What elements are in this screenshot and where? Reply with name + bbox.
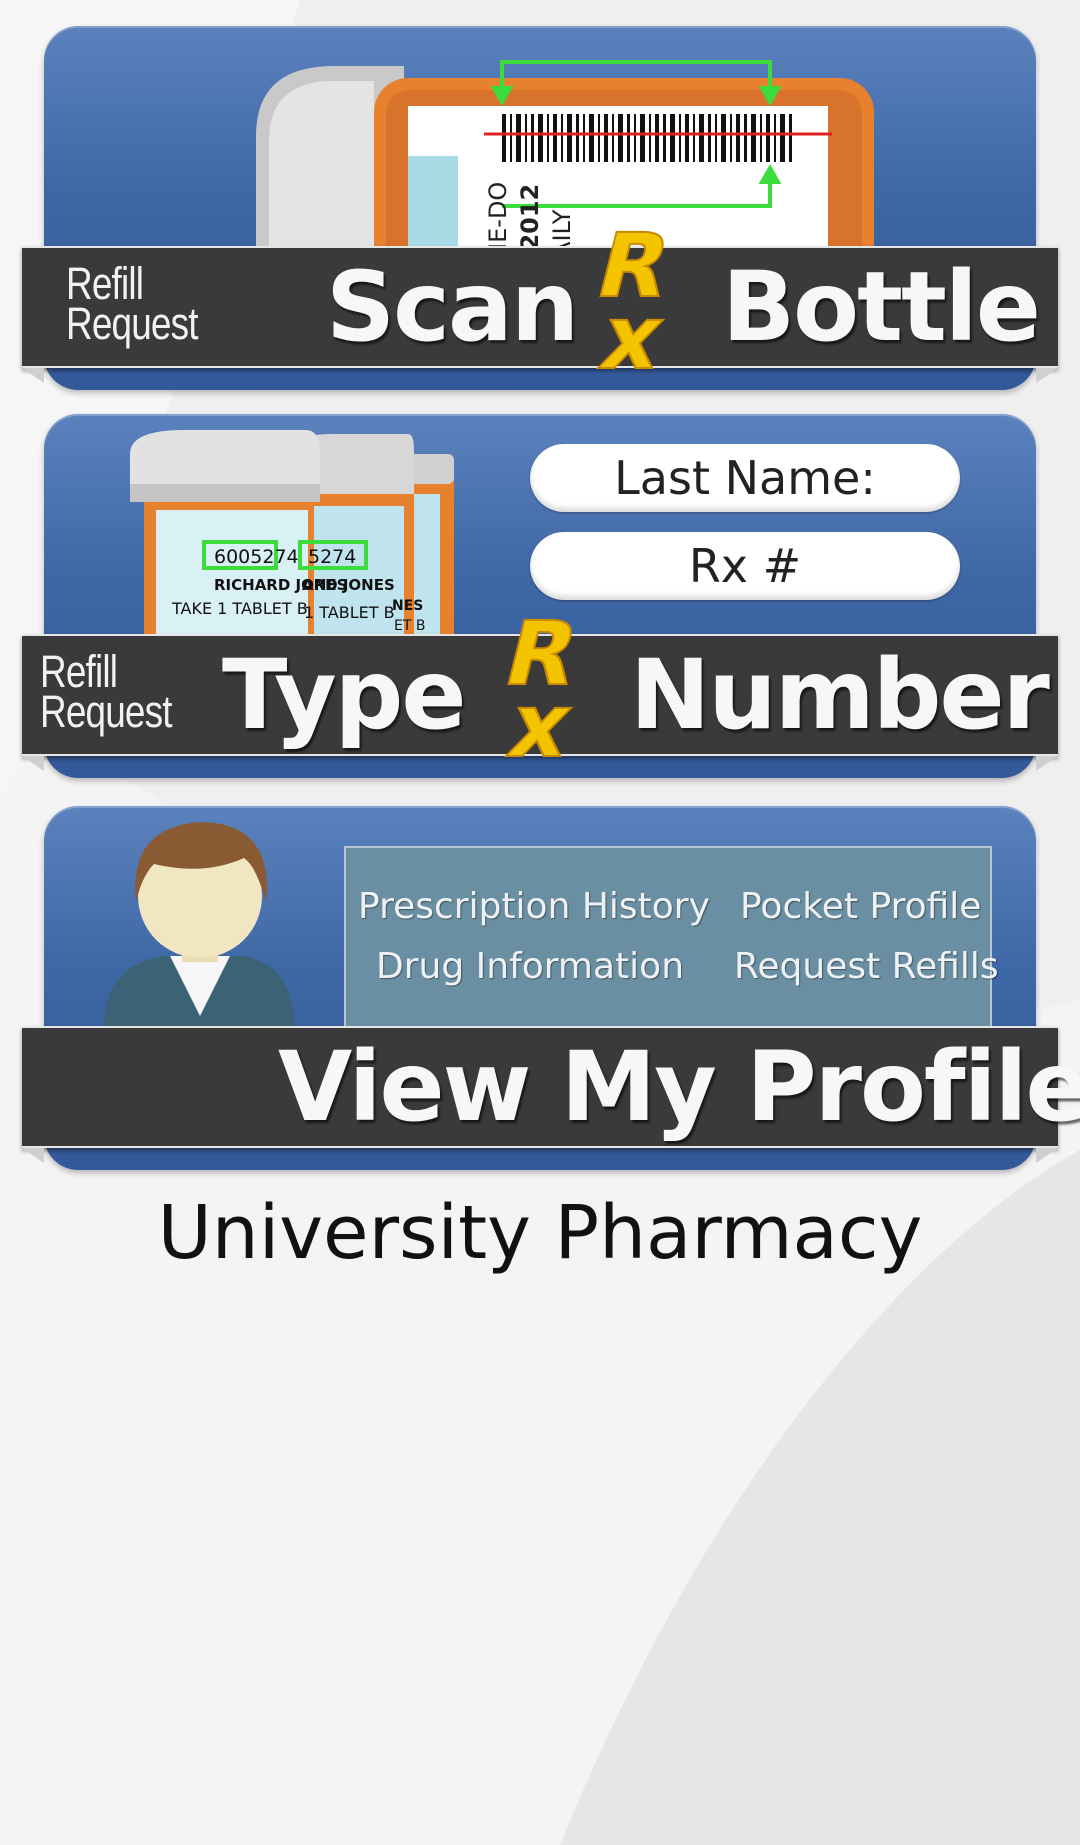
feature-request-refills: Request Refills [734,946,999,987]
user-avatar-icon [104,822,294,1026]
bottle-name-3: NES [392,598,423,614]
last-name-field[interactable]: Last Name: [530,444,960,512]
feature-pocket-profile: Pocket Profile [740,886,982,927]
pill-bottle-icon: ENE-DO 5/2012 DAILY [256,60,874,266]
rx-number-field[interactable]: Rx # [530,532,960,600]
pill-bottle-icon: 6005274 5274 RICHARD JONES ARD JONES NES… [130,430,454,634]
bottle-number-1: 6005274 [214,546,299,568]
refill-line-2: Request [40,686,173,737]
refill-request-label: Refill Request [40,649,173,737]
bottle-direction-1: TAKE 1 TABLET B [171,599,308,618]
last-name-placeholder: Last Name: [614,451,876,505]
refill-request-label: Refill Request [66,261,199,349]
scan-bottle-art: ENE-DO 5/2012 DAILY [44,26,1036,266]
profile-features-panel: Prescription History Pocket Profile Drug… [344,846,999,1040]
feature-prescription-history: Prescription History [358,886,710,927]
view-profile-title: View My Profile [278,1031,1080,1143]
pharmacy-name: University Pharmacy [157,1190,923,1276]
banner-fold-left [22,1148,44,1163]
rx-logo-icon: R x [586,226,681,376]
refill-line-2: Request [66,298,199,349]
rx-number-placeholder: Rx # [688,539,802,593]
banner-fold-left [22,368,44,383]
scan-bottle-banner: Refill Request Scan Bottle [22,246,1058,383]
rx-logo-icon: R x [494,614,589,764]
banner-fold-right [1036,756,1058,771]
bottle-name-2: ARD JONES [302,576,395,594]
bottle-title: Bottle [722,251,1041,363]
banner-fold-right [1036,1148,1058,1163]
feature-drug-information: Drug Information [376,946,685,987]
view-profile-banner: View My Profile [22,1026,1080,1163]
bottle-direction-3: ET B [394,618,425,634]
number-title: Number [630,639,1050,751]
type-title: Type [222,639,466,751]
bottle-direction-2: 1 TABLET B [304,603,395,622]
bottle-number-2: 5274 [308,546,356,568]
banner-fold-right [1036,368,1058,383]
scan-title: Scan [326,251,579,363]
banner-fold-left [22,756,44,771]
